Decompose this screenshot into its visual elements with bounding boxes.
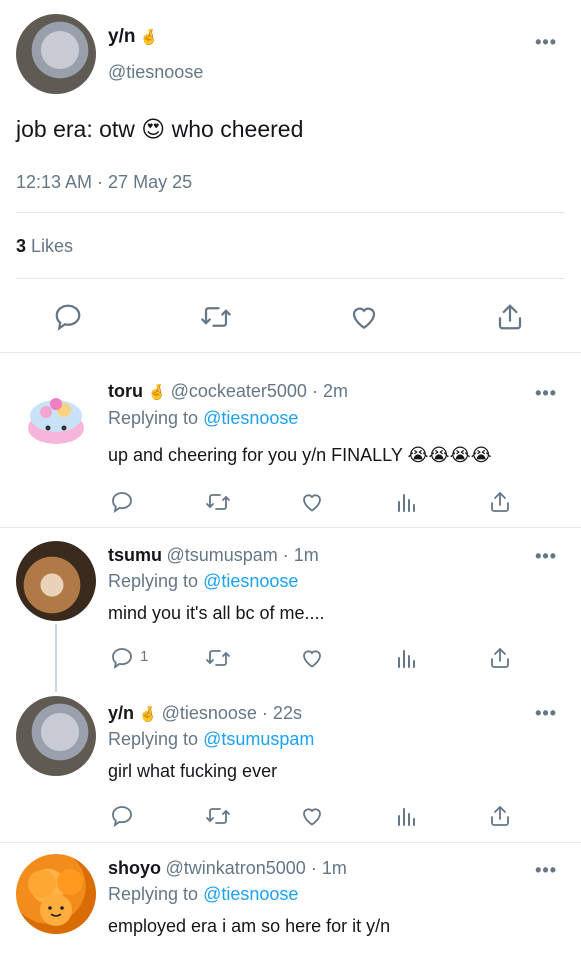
- analytics-icon[interactable]: [392, 802, 420, 830]
- avatar[interactable]: [16, 14, 96, 94]
- replying-prefix: Replying to: [108, 729, 199, 749]
- divider: [0, 842, 581, 843]
- likes-count-row[interactable]: 3 Likes: [16, 236, 73, 257]
- reply-text: girl what fucking ever: [108, 761, 278, 781]
- heart-icon[interactable]: [298, 488, 326, 516]
- author-name-row: y/n 🤞 @tiesnoose · 22s: [108, 703, 302, 724]
- author-handle[interactable]: @twinkatron5000 · 1m: [165, 858, 346, 878]
- more-icon[interactable]: •••: [535, 703, 557, 724]
- reply-text: mind you it's all bc of me....: [108, 603, 325, 623]
- author-name-row: toru 🤞 @cockeater5000 · 2m: [108, 381, 348, 402]
- author-handle[interactable]: @tiesnoose: [108, 62, 203, 83]
- avatar[interactable]: [16, 376, 96, 456]
- analytics-icon[interactable]: [392, 488, 420, 516]
- analytics-icon[interactable]: [392, 644, 420, 672]
- more-icon[interactable]: •••: [535, 383, 557, 404]
- author-name[interactable]: y/n: [108, 703, 134, 723]
- reply-icon[interactable]: [108, 488, 136, 516]
- reply-icon[interactable]: [50, 300, 86, 334]
- reply-icon[interactable]: [108, 802, 136, 830]
- replying-to: Replying to @tsumuspam: [108, 729, 314, 750]
- share-icon[interactable]: [492, 300, 528, 334]
- divider: [0, 352, 581, 353]
- author-name-row: y/n 🤞: [108, 26, 159, 48]
- reply-count: 1: [140, 648, 149, 665]
- share-icon[interactable]: [486, 802, 514, 830]
- retweet-icon[interactable]: [202, 644, 234, 672]
- avatar[interactable]: [16, 696, 96, 776]
- badge-emoji: 🤞: [147, 384, 167, 401]
- author-name-row: tsumu @tsumuspam · 1m: [108, 545, 319, 566]
- replying-to-link[interactable]: @tiesnoose: [203, 408, 298, 428]
- retweet-icon[interactable]: [202, 802, 234, 830]
- reply-icon[interactable]: [108, 644, 136, 672]
- replying-to: Replying to @tiesnoose: [108, 884, 298, 905]
- tweet-text: job era: otw 😍 who cheered: [16, 116, 304, 142]
- replying-prefix: Replying to: [108, 571, 199, 591]
- share-icon[interactable]: [486, 488, 514, 516]
- author-name-row: shoyo @twinkatron5000 · 1m: [108, 858, 347, 879]
- author-handle[interactable]: @cockeater5000 · 2m: [171, 381, 348, 401]
- avatar[interactable]: [16, 854, 96, 934]
- author-handle[interactable]: @tiesnoose · 22s: [162, 703, 302, 723]
- heart-icon[interactable]: [298, 802, 326, 830]
- replying-to-link[interactable]: @tiesnoose: [203, 884, 298, 904]
- reply-text: employed era i am so here for it y/n: [108, 916, 391, 936]
- replying-prefix: Replying to: [108, 408, 199, 428]
- replying-prefix: Replying to: [108, 884, 199, 904]
- thread-line: [55, 624, 57, 692]
- likes-count: 3: [16, 236, 27, 256]
- replying-to-link[interactable]: @tiesnoose: [203, 571, 298, 591]
- author-handle[interactable]: @tsumuspam · 1m: [166, 545, 318, 565]
- badge-emoji: 🤞: [138, 706, 158, 723]
- retweet-icon[interactable]: [198, 300, 234, 334]
- retweet-icon[interactable]: [202, 488, 234, 516]
- more-icon[interactable]: •••: [535, 32, 557, 53]
- replying-to: Replying to @tiesnoose: [108, 408, 298, 429]
- avatar[interactable]: [16, 541, 96, 621]
- author-name[interactable]: y/n: [108, 26, 135, 47]
- share-icon[interactable]: [486, 644, 514, 672]
- reply-text: up and cheering for you y/n FINALLY 😭😭😭😭: [108, 445, 492, 465]
- heart-icon[interactable]: [298, 644, 326, 672]
- more-icon[interactable]: •••: [535, 546, 557, 567]
- author-name[interactable]: tsumu: [108, 545, 162, 565]
- likes-label: Likes: [31, 236, 74, 256]
- divider: [16, 212, 565, 213]
- replying-to: Replying to @tiesnoose: [108, 571, 298, 592]
- author-name[interactable]: toru: [108, 381, 143, 401]
- more-icon[interactable]: •••: [535, 860, 557, 881]
- author-name[interactable]: shoyo: [108, 858, 161, 878]
- badge-emoji: 🤞: [139, 29, 159, 46]
- heart-icon[interactable]: [346, 300, 382, 334]
- divider: [16, 278, 565, 279]
- divider: [0, 527, 581, 528]
- tweet-timestamp[interactable]: 12:13 AM · 27 May 25: [16, 172, 192, 193]
- replying-to-link[interactable]: @tsumuspam: [203, 729, 314, 749]
